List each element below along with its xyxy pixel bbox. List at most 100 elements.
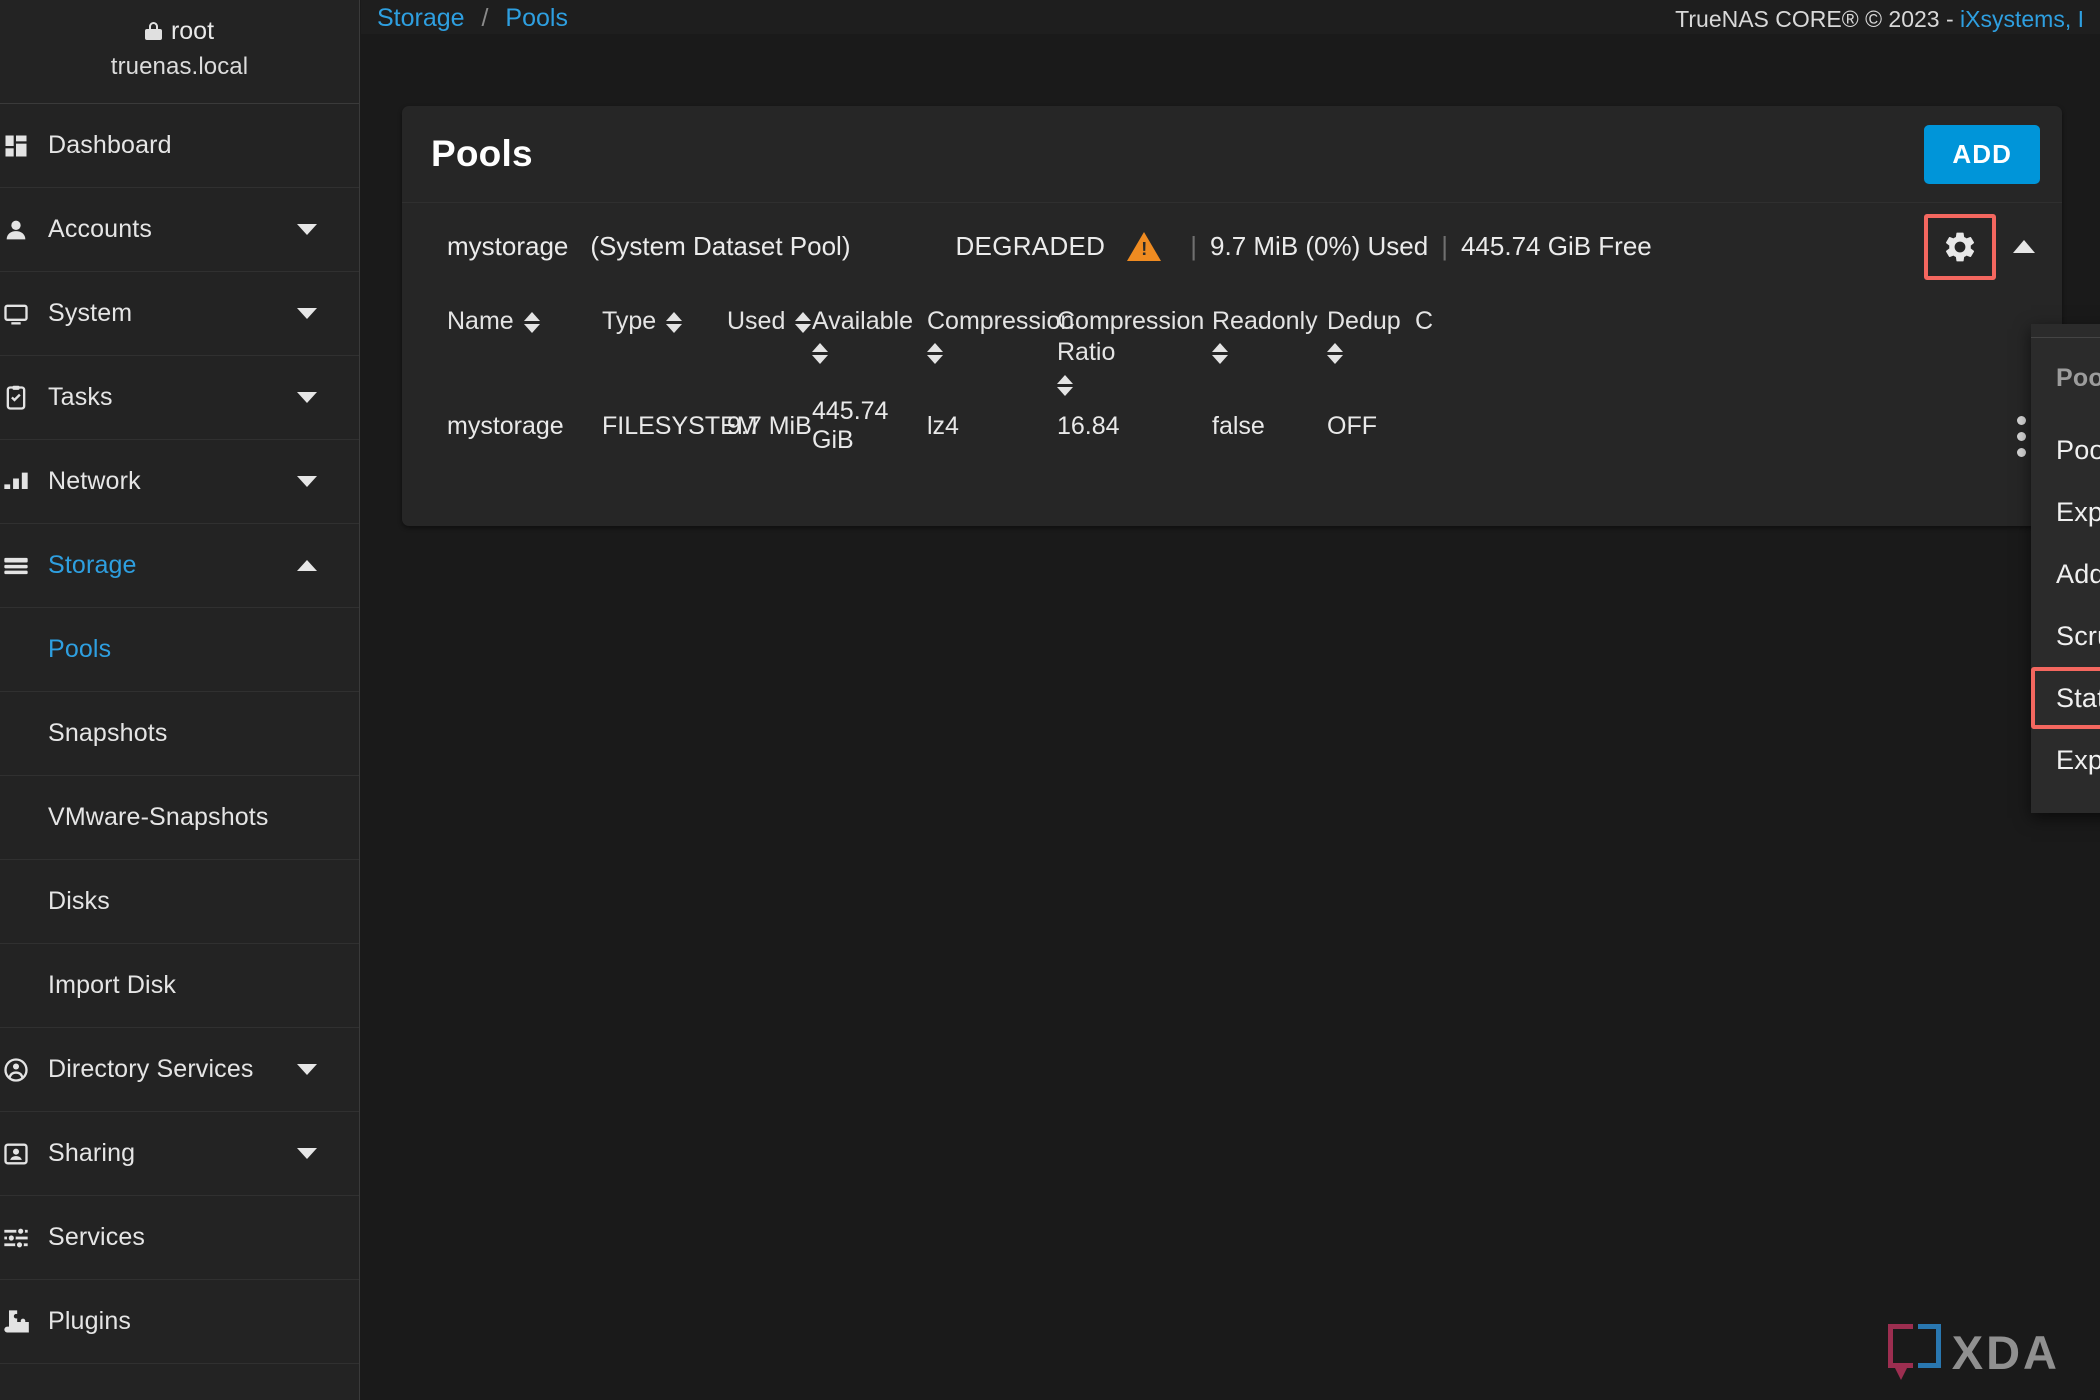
chevron-down-icon[interactable] (297, 224, 317, 235)
sidebar-hostname: truenas.local (110, 52, 249, 80)
pools-card: Pools ADD mystorage (System Dataset Pool… (402, 106, 2062, 526)
sidebar-item-pools[interactable]: Pools (0, 608, 359, 692)
sort-arrows-icon[interactable] (523, 306, 540, 333)
kebab-menu-icon[interactable] (2017, 416, 2026, 457)
sidebar-item-directory-services[interactable]: Directory Services (0, 1028, 359, 1112)
menu-item-label: Scrub Pool (2056, 620, 2100, 651)
top-bar: Storage / Pools TrueNAS CORE® © 2023 - i… (361, 0, 2100, 34)
sidebar-item-label: Snapshots (48, 719, 168, 747)
sort-arrows-icon[interactable] (1327, 337, 1343, 365)
cell-dedup: OFF (1327, 411, 1377, 440)
menu-item-label: Expand Pool (2056, 744, 2100, 775)
table-row[interactable]: mystorage FILESYSTEM 9.7 MiB 445.74 GiB lz4 1… (447, 394, 2062, 458)
plugins-icon (0, 1308, 30, 1336)
pool-settings-button[interactable] (1924, 213, 1996, 280)
pool-actions-menu-header: Pool Actions (2056, 364, 2100, 392)
lock-icon (144, 22, 162, 40)
pool-summary-row[interactable]: mystorage (System Dataset Pool) DEGRADED… (402, 202, 2062, 290)
sidebar-item-plugins[interactable]: Plugins (0, 1280, 359, 1364)
sort-arrows-icon[interactable] (1057, 369, 1073, 396)
column-header-label: Dedup (1327, 307, 1401, 335)
pool-row-controls (1924, 213, 2044, 280)
directory-services-icon (0, 1056, 30, 1084)
sort-arrows-icon[interactable] (795, 306, 812, 333)
sort-arrows-icon[interactable] (1212, 337, 1228, 365)
chevron-down-icon[interactable] (297, 1148, 317, 1159)
sort-arrows-icon[interactable] (812, 337, 828, 365)
sidebar-item-label: Services (48, 1223, 146, 1251)
sidebar-item-storage[interactable]: Storage (0, 524, 359, 608)
add-pool-button[interactable]: ADD (1924, 124, 2040, 184)
column-header-type[interactable]: Type (602, 306, 727, 337)
sidebar-item-label: Directory Services (48, 1055, 254, 1083)
copyright-notice: TrueNAS CORE® © 2023 - iXsystems, I (1675, 8, 2084, 31)
chevron-down-icon[interactable] (297, 1064, 317, 1075)
sidebar-item-vmware-snapshots[interactable]: VMware-Snapshots (0, 776, 359, 860)
ixsystems-link[interactable]: iXsystems, I (1960, 6, 2084, 32)
chevron-down-icon[interactable] (297, 476, 317, 487)
sidebar-item-disks[interactable]: Disks (0, 860, 359, 944)
tasks-icon (0, 384, 30, 412)
sidebar-item-label: Storage (48, 551, 137, 579)
breadcrumb-parent[interactable]: Storage (377, 4, 465, 32)
chevron-down-icon[interactable] (297, 308, 317, 319)
pool-used-text: 9.7 MiB (0%) Used (1210, 231, 1429, 261)
menu-item-label: Export/Disconnect (2056, 496, 2100, 527)
dashboard-icon (0, 132, 30, 160)
column-header-available[interactable]: Available (812, 306, 927, 365)
cell-name: mystorage (447, 411, 564, 440)
sidebar: root truenas.local Dashboard Accounts Syst… (0, 0, 360, 1400)
sidebar-item-label: Pools (48, 635, 112, 663)
sidebar-item-tasks[interactable]: Tasks (0, 356, 359, 440)
pool-system-dataset-label: (System Dataset Pool) (590, 231, 851, 261)
sidebar-item-label: Tasks (48, 383, 113, 411)
cell-used: 9.7 MiB (727, 411, 812, 440)
column-header-dedup[interactable]: Dedup (1327, 306, 1415, 365)
menu-item-label: Pool Options (2056, 434, 2100, 465)
column-header-compression-ratio[interactable]: Compression Ratio (1057, 306, 1212, 396)
menu-item-export-disconnect[interactable]: Export/Disconnect (2031, 481, 2100, 543)
cell-compression: lz4 (927, 411, 959, 440)
breadcrumb: Storage / Pools (377, 6, 568, 31)
pools-card-header: Pools ADD (402, 106, 2062, 202)
sort-arrows-icon[interactable] (666, 306, 683, 333)
sidebar-item-services[interactable]: Services (0, 1196, 359, 1280)
pool-actions-menu: Pool Actions Pool Options Export/Disconne… (2031, 324, 2100, 813)
cell-compression-ratio: 16.84 (1057, 411, 1120, 440)
sidebar-item-network[interactable]: Network (0, 440, 359, 524)
column-header-compression[interactable]: Compression (927, 306, 1074, 365)
sidebar-username: root (170, 16, 215, 45)
status-separator-2: | (1441, 231, 1448, 261)
xda-logo-icon (1887, 1324, 1941, 1380)
sidebar-item-dashboard[interactable]: Dashboard (0, 104, 359, 188)
pool-actions-menu-items: Pool Options Export/Disconnect Add Vdevs Sc… (2031, 419, 2100, 791)
menu-item-status[interactable]: Status (2031, 667, 2100, 729)
main-content: Pools ADD mystorage (System Dataset Pool… (361, 34, 2100, 1400)
sort-arrows-icon[interactable] (927, 337, 943, 365)
breadcrumb-current[interactable]: Pools (505, 4, 568, 32)
column-header-used[interactable]: Used (727, 306, 812, 337)
menu-item-pool-options[interactable]: Pool Options (2031, 419, 2100, 481)
sidebar-item-accounts[interactable]: Accounts (0, 188, 359, 272)
services-icon (0, 1224, 30, 1252)
pool-collapse-toggle[interactable] (2004, 227, 2044, 267)
column-header-c: C (1415, 306, 1565, 337)
column-header-name[interactable]: Name (447, 306, 602, 337)
sidebar-user-block: root truenas.local (0, 0, 359, 104)
menu-item-scrub-pool[interactable]: Scrub Pool (2031, 605, 2100, 667)
sidebar-nav-list: Dashboard Accounts System Tasks Network Stora… (0, 104, 359, 1364)
menu-item-add-vdevs[interactable]: Add Vdevs (2031, 543, 2100, 605)
sidebar-item-import-disk[interactable]: Import Disk (0, 944, 359, 1028)
copyright-text: TrueNAS CORE® © 2023 - (1675, 6, 1961, 32)
storage-icon (0, 552, 30, 580)
chevron-up-icon[interactable] (297, 560, 317, 571)
sidebar-item-snapshots[interactable]: Snapshots (0, 692, 359, 776)
column-header-readonly[interactable]: Readonly (1212, 306, 1327, 365)
sidebar-item-label: Accounts (48, 215, 153, 243)
menu-item-expand-pool[interactable]: Expand Pool (2031, 729, 2100, 791)
chevron-down-icon[interactable] (297, 392, 317, 403)
sidebar-item-sharing[interactable]: Sharing (0, 1112, 359, 1196)
sidebar-username-row: root (144, 16, 215, 45)
column-header-label: Name (447, 307, 514, 335)
sidebar-item-system[interactable]: System (0, 272, 359, 356)
